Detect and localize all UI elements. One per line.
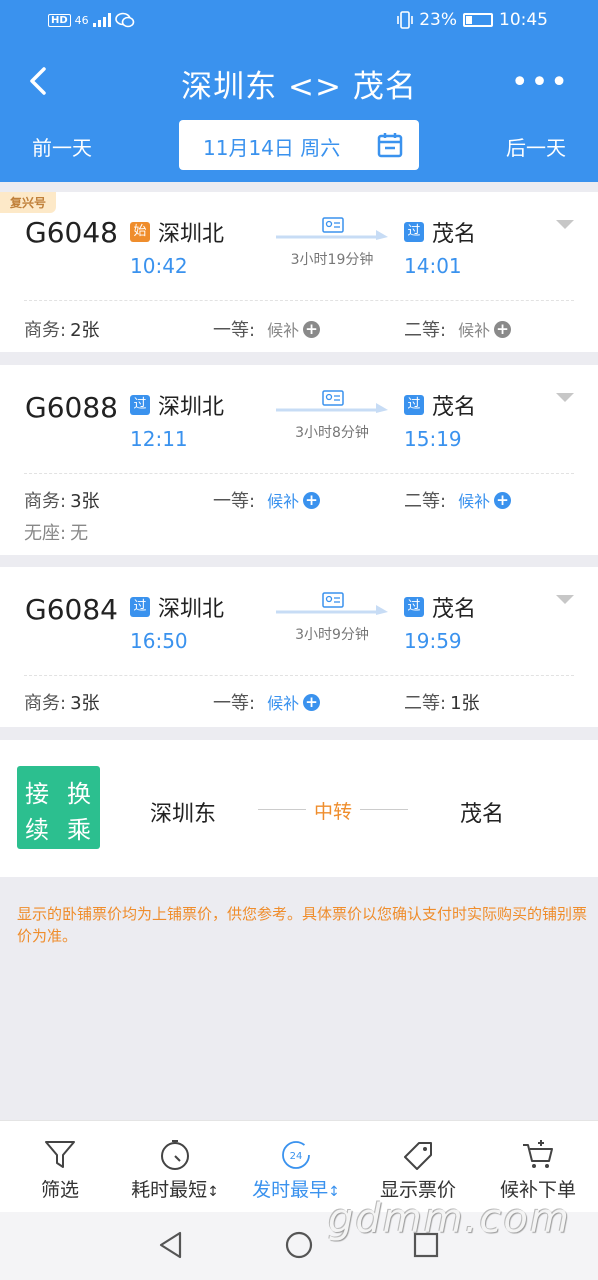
train-number: G6088 — [25, 391, 118, 424]
seat-no-seat: 无座: 无 — [24, 523, 89, 544]
waitlist-order-button[interactable]: 候补下单 — [478, 1139, 598, 1202]
divider — [360, 809, 408, 810]
chevron-down-icon[interactable] — [556, 595, 574, 604]
transfer-icon: 接 换 续 乘 — [17, 766, 100, 849]
arrive-station: 过 茂名 — [404, 591, 476, 623]
divider — [24, 300, 574, 301]
sort-shortest-button[interactable]: 耗时最短↕ — [115, 1139, 235, 1202]
seat-second[interactable]: 二等: 候补 + — [404, 316, 512, 342]
hd-badge: HD — [48, 13, 71, 27]
train-card[interactable]: 复兴号 G6048 始 深圳北 10:42 3小时19分钟 过 茂名 14:01… — [0, 192, 598, 352]
seat-business: 商务: 2张 — [24, 320, 100, 341]
date-bar: 前一天 11月14日 周六 后一天 — [0, 120, 598, 172]
divider — [24, 473, 574, 474]
arrive-time: 15:19 — [404, 427, 462, 451]
nav-home-icon[interactable] — [284, 1230, 314, 1260]
train-card[interactable]: G6084 过 深圳北 16:50 3小时9分钟 过 茂名 19:59 商务: 3… — [0, 567, 598, 727]
seat-first[interactable]: 一等: 候补 + — [213, 316, 321, 342]
route-arrow — [276, 605, 388, 615]
duration: 3小时9分钟 — [295, 627, 369, 643]
add-icon: + — [303, 693, 321, 711]
pass-tag: 过 — [404, 597, 424, 617]
show-price-button[interactable]: 显示票价 — [358, 1139, 478, 1202]
train-number: G6084 — [25, 593, 118, 626]
arrive-station: 过 茂名 — [404, 216, 476, 248]
price-notice: 显示的卧铺票价均为上铺票价，供您参考。具体票价以您确认支付时实际购买的铺别票价为… — [17, 905, 588, 945]
add-icon: + — [494, 320, 512, 338]
prev-day-button[interactable]: 前一天 — [32, 132, 92, 161]
depart-station: 过 深圳北 — [130, 591, 224, 623]
add-icon: + — [303, 320, 321, 338]
calendar-icon — [377, 133, 403, 158]
clock: 10:45 — [499, 10, 548, 30]
depart-station-name: 深圳北 — [158, 222, 225, 247]
transfer-card[interactable]: 接 换 续 乘 深圳东 中转 茂名 — [0, 740, 598, 877]
pass-tag: 过 — [404, 222, 424, 242]
depart-station: 过 深圳北 — [130, 389, 224, 421]
route-arrow — [276, 230, 388, 240]
header: 深圳东 <> 茂名 ••• — [0, 55, 598, 111]
pass-tag: 过 — [130, 395, 150, 415]
network-badge: 46 — [74, 13, 89, 27]
divider — [24, 675, 574, 676]
status-bar: HD 46 23% 10:45 — [0, 8, 598, 38]
duration: 3小时19分钟 — [290, 252, 374, 268]
depart-time: 12:11 — [130, 427, 188, 451]
fuxing-badge: 复兴号 — [0, 192, 57, 213]
depart-time: 10:42 — [130, 254, 188, 278]
sort-indicator-icon: ↕ — [207, 1184, 219, 1200]
sort-earliest-button[interactable]: 24 发时最早↕ — [236, 1139, 356, 1202]
nav-back-icon[interactable] — [156, 1230, 186, 1260]
page-title: 深圳东 <> 茂名 — [181, 69, 417, 105]
cart-plus-icon — [523, 1140, 553, 1168]
seat-second[interactable]: 二等: 候补 + — [404, 487, 512, 513]
depart-time: 16:50 — [130, 629, 188, 653]
top-bar: HD 46 23% 10:45 深圳东 <> 茂名 ••• 前一天 11月14日… — [0, 0, 598, 182]
transfer-from: 深圳东 — [150, 802, 217, 827]
battery-percent: 23% — [419, 10, 457, 30]
date-picker[interactable]: 11月14日 周六 — [179, 120, 419, 170]
next-day-button[interactable]: 后一天 — [506, 132, 566, 161]
battery-icon — [463, 13, 493, 27]
add-icon: + — [303, 491, 321, 509]
more-options-icon[interactable]: ••• — [511, 65, 570, 100]
seat-business: 商务: 3张 — [24, 693, 100, 714]
arrive-station-name: 茂名 — [432, 395, 477, 420]
svg-text:24: 24 — [290, 1151, 303, 1162]
vibrate-icon — [397, 11, 414, 29]
depart-station-name: 深圳北 — [158, 597, 225, 622]
pass-tag: 过 — [404, 395, 424, 415]
date-label: 11月14日 周六 — [203, 136, 341, 160]
transfer-label: 中转 — [313, 801, 352, 823]
seat-business: 商务: 3张 — [24, 491, 100, 512]
pass-tag: 过 — [130, 597, 150, 617]
wechat-icon — [114, 12, 134, 28]
signal-icon — [92, 13, 111, 27]
add-icon: + — [494, 491, 512, 509]
transfer-to: 茂名 — [460, 802, 505, 827]
arrive-time: 14:01 — [404, 254, 462, 278]
origin-tag: 始 — [130, 222, 150, 242]
depart-station-name: 深圳北 — [158, 395, 225, 420]
duration: 3小时8分钟 — [295, 425, 369, 441]
route-arrow — [276, 403, 388, 413]
filter-icon — [45, 1141, 75, 1168]
chevron-down-icon[interactable] — [556, 393, 574, 402]
arrive-station-name: 茂名 — [432, 597, 477, 622]
train-number: G6048 — [25, 216, 118, 249]
timer-icon — [161, 1140, 189, 1170]
seat-second: 二等: 1张 — [404, 693, 480, 714]
filter-button[interactable]: 筛选 — [0, 1139, 120, 1202]
chevron-down-icon[interactable] — [556, 220, 574, 229]
train-card[interactable]: G6088 过 深圳北 12:11 3小时8分钟 过 茂名 15:19 商务: 3… — [0, 365, 598, 555]
seat-first[interactable]: 一等: 候补 + — [213, 487, 321, 513]
clock-24-icon: 24 — [282, 1141, 310, 1169]
seat-first[interactable]: 一等: 候补 + — [213, 689, 321, 715]
watermark: gdmm.com — [328, 1196, 571, 1242]
arrive-station-name: 茂名 — [432, 222, 477, 247]
price-tag-icon — [404, 1142, 432, 1170]
arrive-time: 19:59 — [404, 629, 462, 653]
depart-station: 始 深圳北 — [130, 216, 224, 248]
arrive-station: 过 茂名 — [404, 389, 476, 421]
